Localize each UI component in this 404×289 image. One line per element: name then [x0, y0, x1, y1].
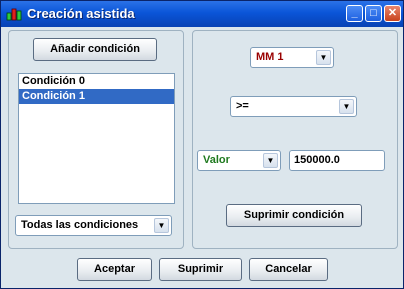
chevron-down-icon[interactable]: ▼ [154, 218, 169, 233]
chevron-down-icon[interactable]: ▼ [263, 153, 278, 168]
operand-type-select[interactable]: Valor ▼ [197, 150, 281, 171]
scope-select-value: Todas las condiciones [21, 219, 139, 231]
dialog-window: Creación asistida _ □ ✕ Añadir condición… [0, 0, 404, 289]
indicator-select[interactable]: MM 1 ▼ [250, 47, 334, 68]
minimize-button[interactable]: _ [346, 5, 363, 22]
delete-button[interactable]: Suprimir [159, 258, 242, 281]
indicator-select-value: MM 1 [256, 51, 284, 63]
accept-button[interactable]: Aceptar [77, 258, 152, 281]
scope-select[interactable]: Todas las condiciones ▼ [15, 215, 172, 236]
list-item[interactable]: Condición 0 [19, 74, 174, 89]
maximize-button[interactable]: □ [365, 5, 382, 22]
operator-select[interactable]: >= ▼ [230, 96, 357, 117]
operator-select-value: >= [236, 100, 249, 112]
operand-type-select-value: Valor [203, 154, 230, 166]
value-input[interactable]: 150000.0 [289, 150, 385, 171]
window-title: Creación asistida [27, 6, 135, 21]
bar-chart-icon [6, 7, 22, 21]
conditions-list[interactable]: Condición 0 Condición 1 [18, 73, 175, 204]
delete-condition-button[interactable]: Suprimir condición [226, 204, 362, 227]
close-button[interactable]: ✕ [384, 5, 401, 22]
chevron-down-icon[interactable]: ▼ [316, 50, 331, 65]
list-item[interactable]: Condición 1 [19, 89, 174, 104]
title-bar[interactable]: Creación asistida _ □ ✕ [1, 1, 403, 27]
cancel-button[interactable]: Cancelar [249, 258, 328, 281]
add-condition-button[interactable]: Añadir condición [33, 38, 157, 61]
chevron-down-icon[interactable]: ▼ [339, 99, 354, 114]
